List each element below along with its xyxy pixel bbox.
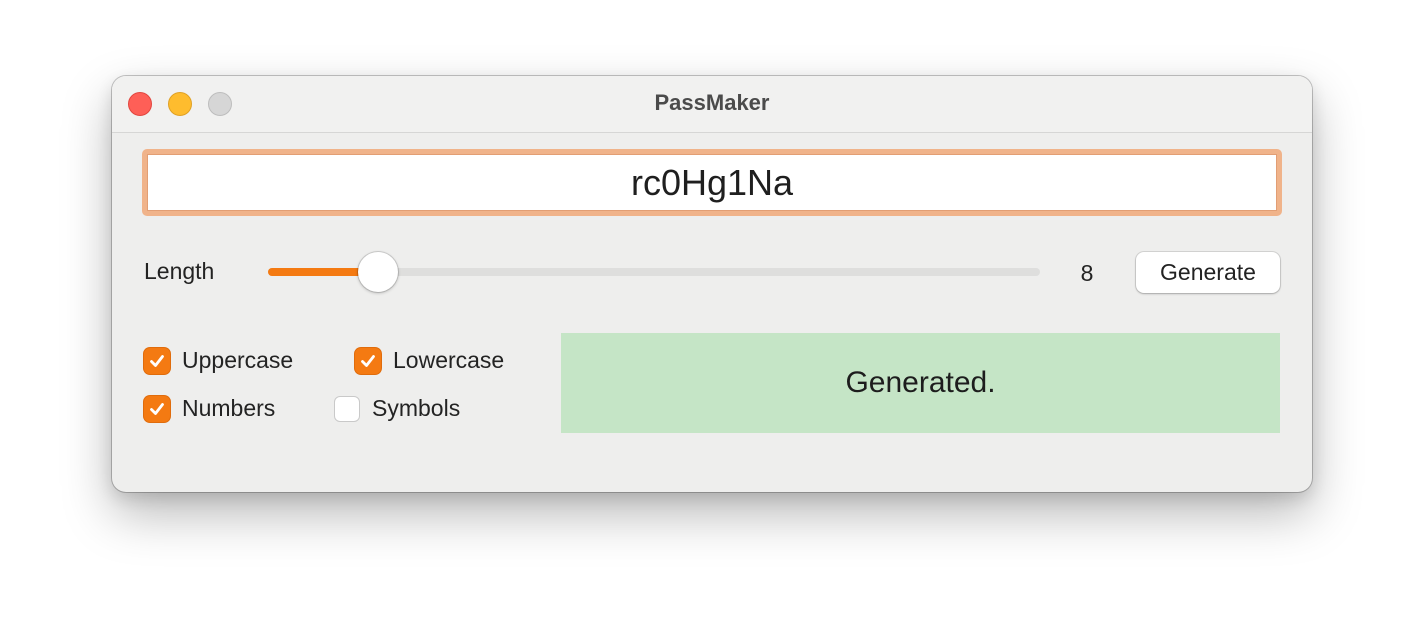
lowercase-option[interactable]: Lowercase (355, 347, 504, 374)
uppercase-option[interactable]: Uppercase (144, 347, 293, 374)
lowercase-checkbox[interactable] (355, 347, 381, 374)
status-text: Generated. (845, 366, 996, 399)
length-label: Length (144, 258, 215, 284)
length-value: 8 (1080, 260, 1094, 286)
passmaker-window: PassMaker Length 8 Generate Uppercase Lo… (112, 76, 1312, 492)
numbers-option[interactable]: Numbers (144, 395, 275, 422)
generate-button[interactable]: Generate (1136, 252, 1280, 293)
uppercase-label: Uppercase (182, 347, 294, 373)
symbols-label: Symbols (372, 395, 461, 421)
symbols-option[interactable]: Symbols (334, 395, 460, 422)
symbols-checkbox[interactable] (334, 395, 360, 422)
window-title: PassMaker (654, 90, 770, 115)
checkmark-icon (361, 354, 375, 367)
password-field[interactable] (142, 149, 1282, 216)
uppercase-checkbox[interactable] (144, 347, 170, 374)
length-slider[interactable] (268, 252, 1040, 292)
numbers-label: Numbers (182, 395, 276, 421)
status-panel: Generated. (561, 333, 1280, 433)
checkmark-icon (150, 402, 164, 415)
title-bar[interactable]: PassMaker (112, 76, 1312, 133)
slider-thumb[interactable] (358, 252, 398, 292)
numbers-checkbox[interactable] (144, 395, 170, 422)
checkmark-icon (150, 354, 164, 367)
lowercase-label: Lowercase (393, 347, 505, 373)
